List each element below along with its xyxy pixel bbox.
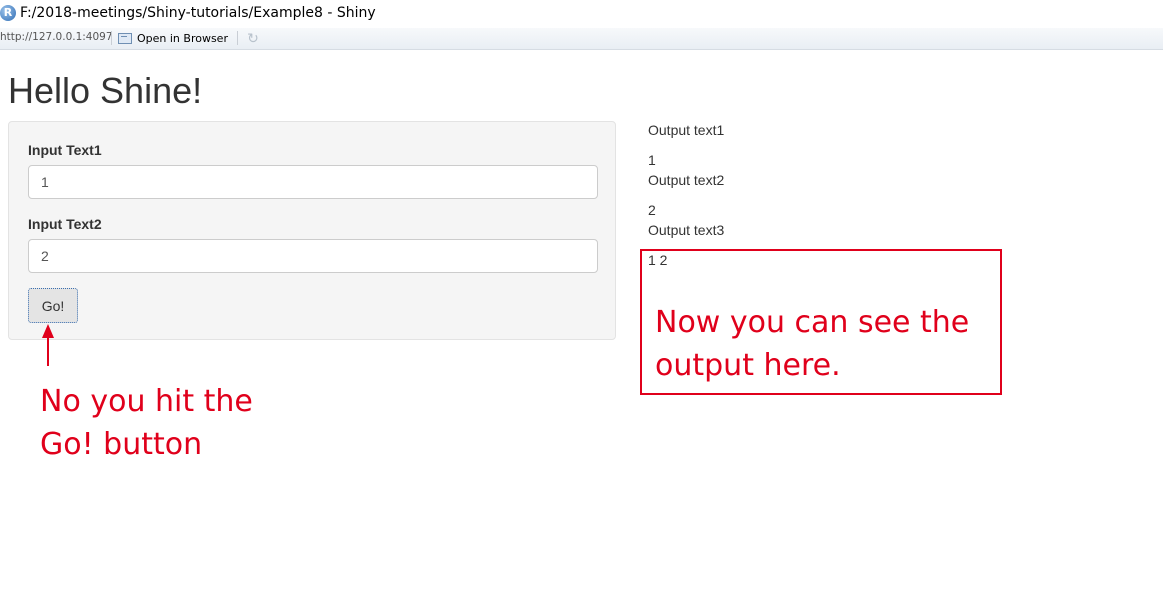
r-app-icon: R xyxy=(0,5,16,21)
input-text1-field[interactable] xyxy=(28,165,598,199)
page-title: Hello Shine! xyxy=(8,70,203,111)
url-display: http://127.0.0.1:4097 xyxy=(0,31,113,43)
output-text1-value: 1 xyxy=(648,152,656,168)
output-text1-label: Output text1 xyxy=(648,122,725,138)
toolbar-divider xyxy=(237,31,238,45)
toolbar-divider xyxy=(111,31,112,45)
output-text2-value: 2 xyxy=(648,202,656,218)
go-button[interactable]: Go! xyxy=(28,288,78,323)
annotation-right-line1: Now you can see the xyxy=(655,305,970,340)
window-title: F:/2018-meetings/Shiny-tutorials/Example… xyxy=(20,5,376,21)
input-text1-label: Input Text1 xyxy=(28,142,102,158)
input-text2-label: Input Text2 xyxy=(28,216,102,232)
open-in-browser-button[interactable]: Open in Browser xyxy=(118,29,228,47)
open-in-browser-label: Open in Browser xyxy=(137,31,228,45)
viewer-toolbar: http://127.0.0.1:4097 Open in Browser ↻ xyxy=(0,28,1163,50)
sidebar-panel: Input Text1 Input Text2 Go! xyxy=(8,121,616,340)
window-titlebar: R F:/2018-meetings/Shiny-tutorials/Examp… xyxy=(0,0,1163,28)
output-text2-label: Output text2 xyxy=(648,172,725,188)
annotation-left-line2: Go! button xyxy=(40,427,203,462)
refresh-icon[interactable]: ↻ xyxy=(245,30,261,46)
annotation-arrow xyxy=(47,336,49,366)
output-text3-label: Output text3 xyxy=(648,222,725,238)
annotation-left-line1: No you hit the xyxy=(40,384,253,419)
input-text2-field[interactable] xyxy=(28,239,598,273)
annotation-right-line2: output here. xyxy=(655,348,841,383)
open-in-browser-icon xyxy=(118,32,132,44)
